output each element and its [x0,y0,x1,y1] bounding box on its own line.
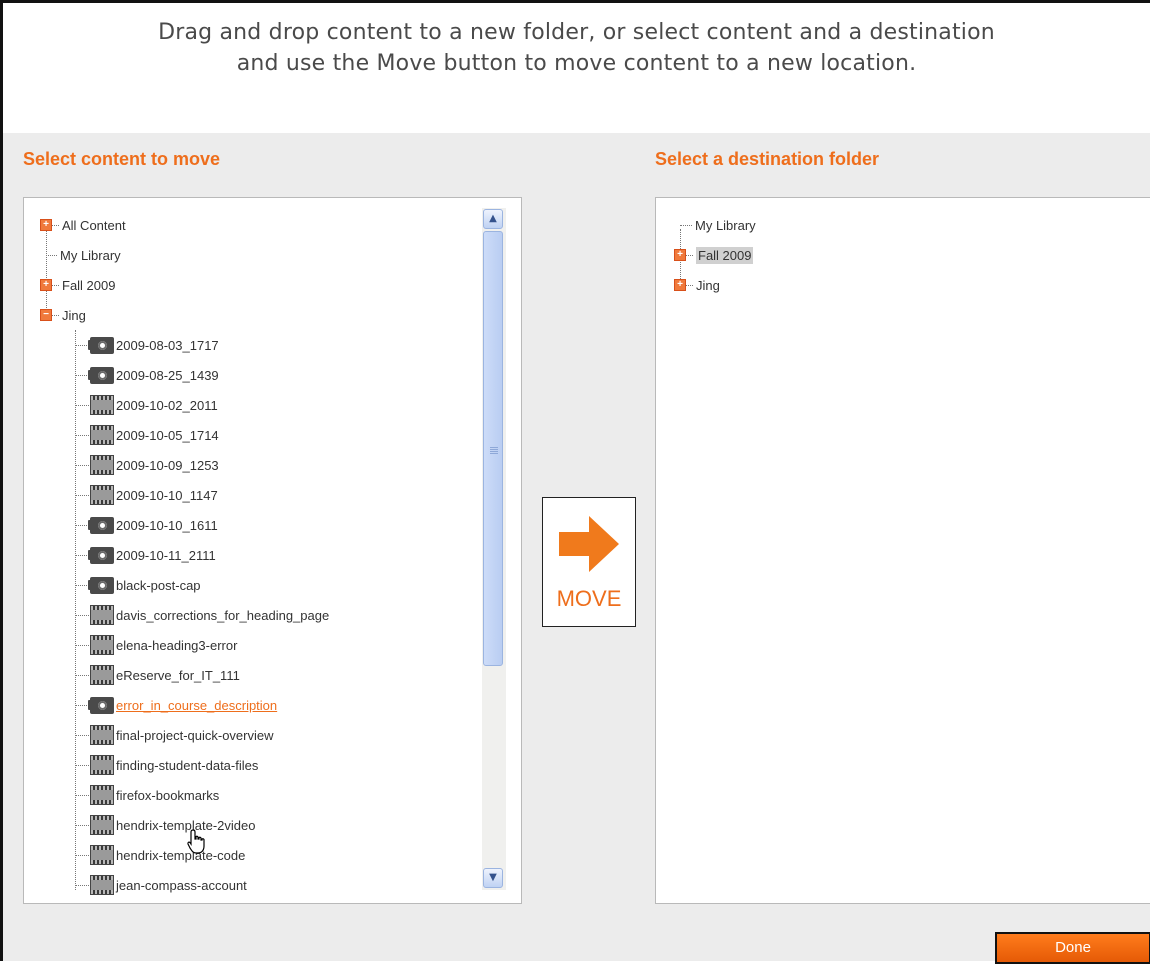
list-item[interactable]: firefox-bookmarks [75,781,219,809]
camera-icon [88,696,114,714]
expand-icon[interactable]: + [40,219,52,231]
tree-node-label: My Library [695,217,756,233]
tree-node-label: Fall 2009 [696,246,754,264]
item-label: firefox-bookmarks [116,787,220,803]
item-label: eReserve_for_IT_111 [116,667,240,683]
list-item[interactable]: jean-compass-account [75,871,247,899]
list-item[interactable]: davis_corrections_for_heading_page [75,601,329,629]
tree-node-label: Jing [696,277,720,293]
instructions-text: Drag and drop content to a new folder, o… [3,17,1150,79]
instructions-line-1: Drag and drop content to a new folder, o… [158,20,995,45]
item-label: 2009-10-02_2011 [116,397,218,413]
list-item[interactable]: 2009-08-03_1717 [75,331,219,359]
source-panel-title: Select content to move [23,149,221,169]
item-label: 2009-10-09_1253 [116,457,219,473]
list-item[interactable]: hendrix-template-code [75,841,245,869]
item-label: final-project-quick-overview [116,727,274,743]
film-icon [90,845,114,865]
expand-icon[interactable]: + [674,279,686,291]
film-icon [90,395,114,415]
move-button-label: MOVE [556,586,622,611]
tree-node-jing[interactable]: − Jing [40,301,86,329]
item-label: 2009-10-10_1147 [116,487,218,503]
film-icon [90,785,114,805]
item-label: 2009-08-03_1717 [116,337,219,353]
list-item[interactable]: finding-student-data-files [75,751,258,779]
film-icon [90,665,114,685]
tree-scrollbar[interactable]: ▲ ▼ [482,208,506,890]
list-item-selected[interactable]: error_in_course_description [75,691,277,719]
item-label: elena-heading3-error [116,637,238,653]
done-button[interactable]: Done [995,932,1150,964]
item-label: jean-compass-account [116,877,247,893]
film-icon [90,815,114,835]
tree-node-label: All Content [62,217,126,233]
item-label: error_in_course_description [116,697,278,713]
tree-node-label: Fall 2009 [62,277,116,293]
list-item[interactable]: 2009-10-09_1253 [75,451,219,479]
film-icon [90,485,114,505]
scroll-down-arrow-icon[interactable]: ▼ [483,868,503,888]
move-button[interactable]: MOVE [542,497,636,627]
item-label: hendrix-template-code [116,847,246,863]
camera-icon [88,576,114,594]
list-item[interactable]: 2009-10-02_2011 [75,391,218,419]
item-label: 2009-08-25_1439 [116,367,219,383]
tree-node-label: My Library [60,247,121,263]
source-tree-panel: + All Content My Library + Fall 2009 − J… [23,197,522,904]
camera-icon [88,366,114,384]
list-item[interactable]: elena-heading3-error [75,631,237,659]
film-icon [90,875,114,895]
grip-icon [490,447,498,454]
dest-node-fall-2009[interactable]: + Fall 2009 [674,241,754,269]
item-label: finding-student-data-files [116,757,259,773]
hand-cursor-icon [187,829,205,854]
dialog-header: Drag and drop content to a new folder, o… [3,3,1150,132]
scroll-up-arrow-icon[interactable]: ▲ [483,209,503,229]
film-icon [90,455,114,475]
list-item[interactable]: 2009-10-05_1714 [75,421,219,449]
destination-panel-title: Select a destination folder [655,149,880,169]
expand-icon[interactable]: + [674,249,686,261]
film-icon [90,725,114,745]
film-icon [90,605,114,625]
item-label: black-post-cap [116,577,201,593]
list-item[interactable]: 2009-10-10_1147 [75,481,218,509]
tree-node-label: Jing [62,307,86,323]
expand-icon[interactable]: + [40,279,52,291]
tree-node-all-content[interactable]: + All Content [40,211,126,239]
list-item[interactable]: final-project-quick-overview [75,721,274,749]
film-icon [90,635,114,655]
item-label: 2009-10-11_2111 [116,547,216,563]
list-item[interactable]: 2009-08-25_1439 [75,361,219,389]
dest-node-jing[interactable]: + Jing [674,271,720,299]
film-icon [90,425,114,445]
list-item[interactable]: 2009-10-10_1611 [75,511,218,539]
content-area: Select content to move + All Content My … [3,133,1150,964]
camera-icon [88,546,114,564]
item-label: 2009-10-05_1714 [116,427,219,443]
item-label: davis_corrections_for_heading_page [116,607,330,623]
arrow-right-icon [559,516,619,572]
scrollbar-thumb[interactable] [483,231,503,666]
collapse-icon[interactable]: − [40,309,52,321]
destination-tree-panel: My Library + Fall 2009 + Jing [655,197,1150,904]
instructions-line-2: and use the Move button to move content … [236,51,917,76]
list-item[interactable]: hendrix-template-2video [75,811,255,839]
list-item[interactable]: 2009-10-11_2111 [75,541,216,569]
dest-node-my-library[interactable]: My Library [680,211,756,239]
camera-icon [88,516,114,534]
item-label: 2009-10-10_1611 [116,517,218,533]
camera-icon [88,336,114,354]
list-item[interactable]: eReserve_for_IT_111 [75,661,240,689]
film-icon [90,755,114,775]
list-item[interactable]: black-post-cap [75,571,201,599]
tree-node-fall-2009[interactable]: + Fall 2009 [40,271,115,299]
tree-node-my-library[interactable]: My Library [46,241,121,269]
